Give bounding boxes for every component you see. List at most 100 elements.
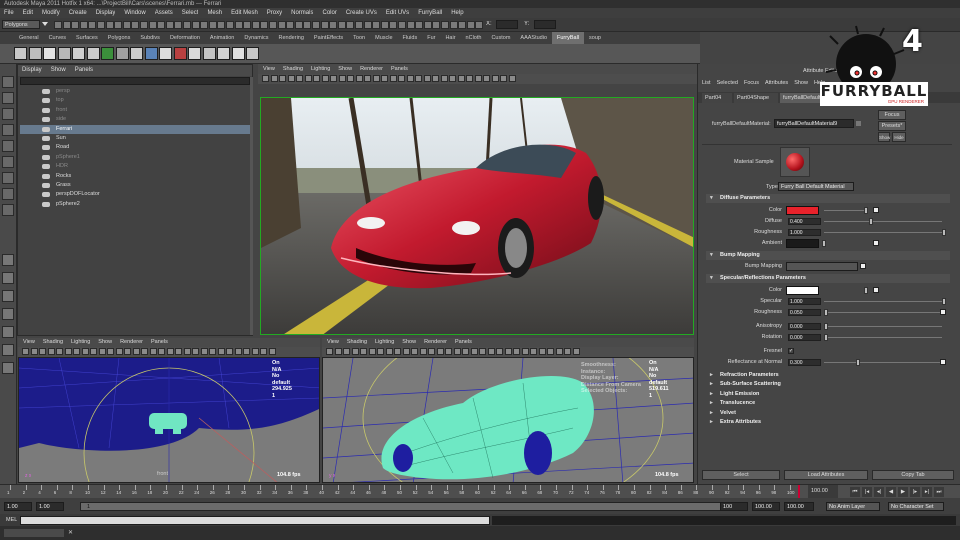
shelf-tool-icon[interactable] <box>86 47 100 60</box>
panel-menu-show[interactable]: Show <box>402 338 416 347</box>
end-time-field-2[interactable]: 100.00 <box>784 502 814 511</box>
tool-icon[interactable] <box>2 204 14 216</box>
rotation-slider-handle[interactable] <box>824 334 828 341</box>
shelf-tool-icon[interactable] <box>57 47 71 60</box>
shelf-tool-icon[interactable] <box>43 47 56 60</box>
panel-tool-icon[interactable] <box>217 348 225 355</box>
shelf-tool-icon[interactable] <box>115 47 129 60</box>
panel-tool-icon[interactable] <box>377 348 384 355</box>
outliner-search-field[interactable] <box>20 77 250 85</box>
outliner-item[interactable]: HDR <box>20 162 250 171</box>
presets-button[interactable]: Presets* <box>878 121 906 131</box>
panel-tool-icon[interactable] <box>355 75 363 82</box>
menu-display[interactable]: Display <box>96 8 116 18</box>
command-input[interactable] <box>20 516 490 525</box>
panel-tool-icon[interactable] <box>457 75 465 82</box>
panel-menu-lighting[interactable]: Lighting <box>311 64 330 74</box>
shelf-tab-painteffects[interactable]: PaintEffects <box>309 32 348 44</box>
panel-menu-panels[interactable]: Panels <box>391 64 408 74</box>
panel-menu-panels[interactable]: Panels <box>151 338 168 347</box>
status-tool-icon[interactable] <box>183 21 191 29</box>
status-tool-icon[interactable] <box>122 21 131 29</box>
status-tool-icon[interactable] <box>432 21 441 29</box>
anisotropy-field[interactable]: 0.000 <box>788 323 821 330</box>
panel-tool-icon[interactable] <box>487 348 495 355</box>
panel-tool-icon[interactable] <box>347 75 354 82</box>
render-view-image[interactable] <box>260 97 694 335</box>
status-tool-icon[interactable] <box>114 21 123 29</box>
outliner-item[interactable]: side <box>20 115 250 124</box>
panel-tool-icon[interactable] <box>360 348 367 355</box>
shelf-tab-hair[interactable]: Hair <box>440 32 460 44</box>
shelf-tool-icon[interactable] <box>159 47 172 60</box>
panel-tool-icon[interactable] <box>423 75 431 82</box>
panel-tool-icon[interactable] <box>530 348 537 355</box>
panel-tool-icon[interactable] <box>270 75 278 82</box>
reflectance-field[interactable]: 0.300 <box>788 359 821 366</box>
panel-menu-renderer[interactable]: Renderer <box>360 64 383 74</box>
status-tool-icon[interactable] <box>337 21 346 29</box>
menu-help[interactable]: Help <box>451 8 463 18</box>
status-tool-icon[interactable] <box>88 21 97 29</box>
status-tool-icon[interactable] <box>251 21 260 29</box>
viewport-left[interactable]: On N/A No default 294.925 1 z x front 104.8 f… <box>18 357 320 483</box>
step-back-icon[interactable]: ◂| <box>874 487 884 497</box>
menu-file[interactable]: File <box>4 8 14 18</box>
outliner-item[interactable]: Road <box>20 143 250 152</box>
panel-tool-icon[interactable] <box>22 348 29 355</box>
status-tool-icon[interactable] <box>372 21 381 29</box>
status-tool-icon[interactable] <box>346 21 355 29</box>
outliner-item[interactable]: persp <box>20 87 250 96</box>
spec-roughness-field[interactable]: 0.050 <box>788 309 821 316</box>
outliner-item[interactable]: pSphere2 <box>20 200 250 209</box>
panel-tool-icon[interactable] <box>287 75 295 82</box>
layout-icon[interactable] <box>2 326 14 338</box>
diffuse-field[interactable]: 0.400 <box>788 218 821 225</box>
tool-icon[interactable] <box>2 140 14 152</box>
menu-normals[interactable]: Normals <box>291 8 313 18</box>
status-tool-icon[interactable] <box>217 21 226 29</box>
status-tool-icon[interactable] <box>79 21 88 29</box>
shelf-tab-polygons[interactable]: Polygons <box>103 32 136 44</box>
current-frame-field[interactable]: 100.00 <box>808 485 838 498</box>
play-backward-icon[interactable]: ◀ <box>886 487 896 497</box>
layout-icon[interactable] <box>2 308 14 320</box>
status-tool-icon[interactable] <box>286 21 295 29</box>
panel-tool-icon[interactable] <box>326 348 333 355</box>
hide-button[interactable]: Hide <box>892 132 906 142</box>
ae-menu-show[interactable]: Show <box>794 78 808 88</box>
panel-menu-shading[interactable]: Shading <box>283 64 303 74</box>
status-tool-icon[interactable] <box>277 21 286 29</box>
collapsed-section-header[interactable]: Refraction Parameters <box>706 371 950 380</box>
shelf-tab-surfaces[interactable]: Surfaces <box>71 32 103 44</box>
shelf-tab-dynamics[interactable]: Dynamics <box>239 32 273 44</box>
panel-tool-icon[interactable] <box>39 348 46 355</box>
panel-tool-icon[interactable] <box>268 348 276 355</box>
status-tool-icon[interactable] <box>243 21 252 29</box>
outliner-item[interactable]: Rocks <box>20 172 250 181</box>
menu-color[interactable]: Color <box>322 8 336 18</box>
panel-tool-icon[interactable] <box>107 348 114 355</box>
shelf-tab-curves[interactable]: Curves <box>44 32 71 44</box>
panel-tool-icon[interactable] <box>521 348 529 355</box>
shelf-tab-deformation[interactable]: Deformation <box>165 32 205 44</box>
shelf-tab-fluids[interactable]: Fluids <box>398 32 423 44</box>
status-tool-icon[interactable] <box>97 21 105 29</box>
panel-tool-icon[interactable] <box>243 348 250 355</box>
shelf-tab-animation[interactable]: Animation <box>205 32 239 44</box>
status-tool-icon[interactable] <box>466 21 475 29</box>
tool-icon[interactable] <box>2 172 14 184</box>
show-button[interactable]: Show <box>878 132 890 142</box>
status-tool-icon[interactable] <box>174 21 183 29</box>
panel-menu-lighting[interactable]: Lighting <box>375 338 394 347</box>
ambient-slider-handle[interactable] <box>822 240 826 247</box>
panel-tool-icon[interactable] <box>200 348 208 355</box>
panel-tool-icon[interactable] <box>508 75 516 82</box>
go-to-start-icon[interactable]: ⏮ <box>850 487 860 497</box>
panel-tool-icon[interactable] <box>389 75 397 82</box>
shelf-tab-ncloth[interactable]: nCloth <box>461 32 487 44</box>
shelf-tab-soup[interactable]: soup <box>584 32 606 44</box>
panel-tool-icon[interactable] <box>402 348 410 355</box>
focus-button[interactable]: Focus <box>878 110 906 120</box>
shelf-tool-icon[interactable] <box>14 47 27 60</box>
